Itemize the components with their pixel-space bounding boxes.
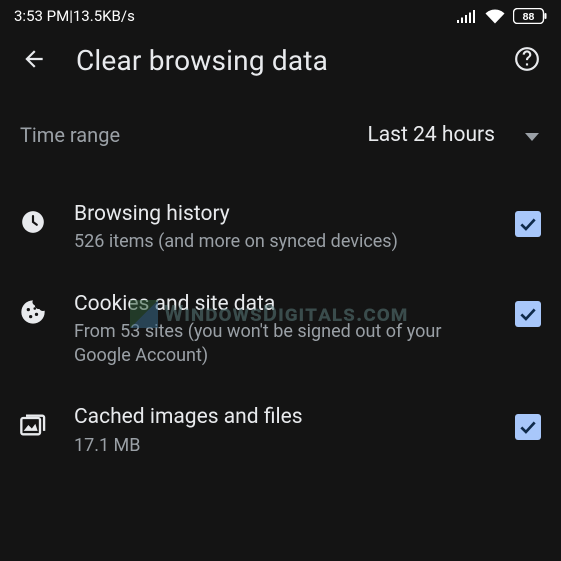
option-cached-images[interactable]: Cached images and files 17.1 MB <box>0 386 561 476</box>
option-text: Browsing history 526 items (and more on … <box>74 201 489 255</box>
option-text: Cookies and site data From 53 sites (you… <box>74 291 489 369</box>
time-range-label: Time range <box>20 123 120 147</box>
option-cookies[interactable]: Cookies and site data From 53 sites (you… <box>0 273 561 387</box>
option-title: Cached images and files <box>74 404 489 431</box>
options-list: Browsing history 526 items (and more on … <box>0 177 561 476</box>
time-range-select[interactable]: Last 24 hours <box>367 123 539 147</box>
option-subtitle: 526 items (and more on synced devices) <box>74 230 489 254</box>
wifi-icon <box>485 9 505 24</box>
signal-icon <box>457 9 477 23</box>
checkbox[interactable] <box>515 211 541 237</box>
option-title: Cookies and site data <box>74 291 489 318</box>
status-bar: 3:53 PM | 13.5KB/s 88 <box>0 0 561 30</box>
page-title: Clear browsing data <box>76 44 485 77</box>
option-subtitle: 17.1 MB <box>74 434 489 458</box>
cookie-icon <box>18 297 48 327</box>
time-range-value: Last 24 hours <box>367 123 495 147</box>
checkbox[interactable] <box>515 301 541 327</box>
battery-icon: 88 <box>513 8 547 24</box>
dropdown-icon <box>525 123 539 147</box>
status-right: 88 <box>457 8 547 24</box>
svg-text:88: 88 <box>523 11 535 23</box>
images-icon <box>18 410 48 440</box>
status-net-speed: 13.5KB/s <box>73 7 135 25</box>
help-icon <box>514 46 540 76</box>
option-browsing-history[interactable]: Browsing history 526 items (and more on … <box>0 183 561 273</box>
back-button[interactable] <box>18 45 50 77</box>
option-subtitle: From 53 sites (you won't be signed out o… <box>74 320 489 369</box>
time-range-row[interactable]: Time range Last 24 hours <box>0 87 561 177</box>
option-title: Browsing history <box>74 201 489 228</box>
arrow-left-icon <box>21 46 47 76</box>
option-text: Cached images and files 17.1 MB <box>74 404 489 458</box>
help-button[interactable] <box>511 45 543 77</box>
status-left: 3:53 PM | 13.5KB/s <box>14 7 135 25</box>
status-time: 3:53 PM <box>14 7 69 25</box>
clock-icon <box>18 207 48 237</box>
checkbox[interactable] <box>515 414 541 440</box>
app-bar: Clear browsing data <box>0 30 561 87</box>
